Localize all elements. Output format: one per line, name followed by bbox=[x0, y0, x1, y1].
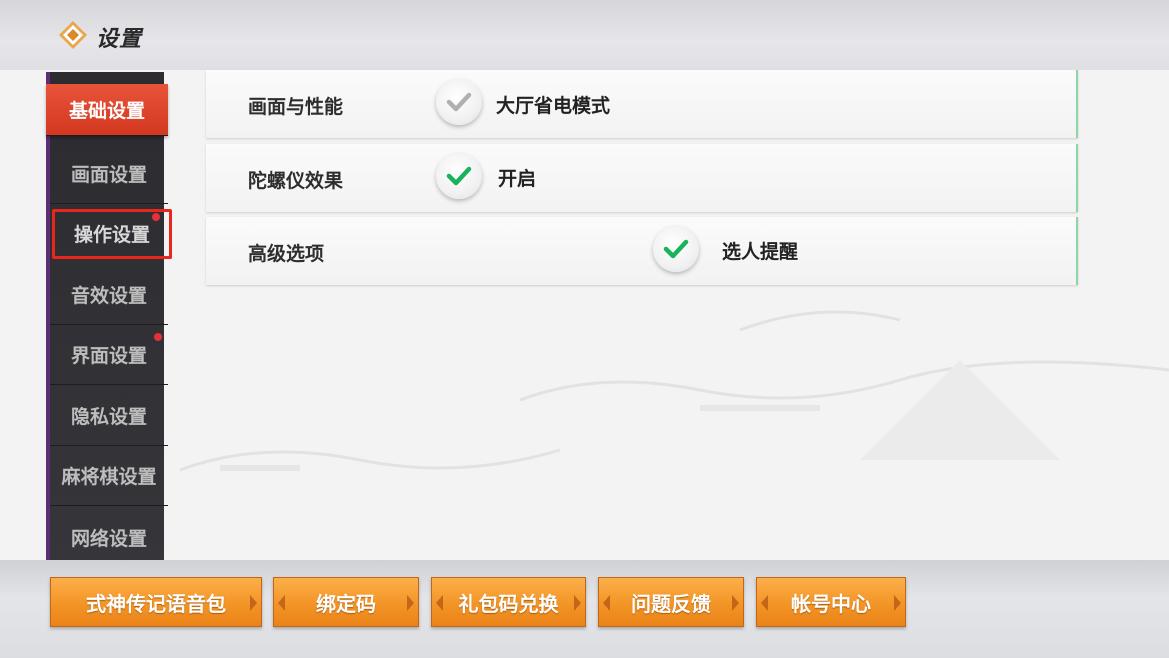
button-label: 礼包码兑换 bbox=[458, 591, 559, 616]
settings-sidebar: 基础设置 画面设置 操作设置 音效设置 界面设置 隐私设置 麻将棋设置 网络设置 bbox=[46, 72, 172, 560]
button-label: 问题反馈 bbox=[631, 591, 711, 616]
option-label: 高级选项 bbox=[248, 243, 325, 265]
sidebar-item-label: 界面设置 bbox=[70, 345, 147, 367]
page-title: 设置 bbox=[96, 27, 143, 52]
option-row-advanced: 高级选项 选人提醒 bbox=[206, 217, 1078, 285]
diamond-logo-icon bbox=[59, 21, 87, 49]
sidebar-item-basic[interactable]: 基础设置 bbox=[46, 84, 168, 136]
sidebar-item-graphics[interactable]: 画面设置 bbox=[50, 144, 168, 204]
voice-pack-button[interactable]: 式神传记语音包 bbox=[50, 577, 262, 627]
sidebar-item-sound[interactable]: 音效设置 bbox=[50, 265, 168, 325]
sidebar-item-interface[interactable]: 界面设置 bbox=[50, 325, 168, 385]
pick-reminder-checkbox[interactable] bbox=[653, 226, 699, 272]
checkbox-label: 大厅省电模式 bbox=[496, 95, 611, 117]
sidebar-item-privacy[interactable]: 隐私设置 bbox=[50, 386, 168, 446]
sidebar-item-label: 画面设置 bbox=[70, 164, 147, 186]
notification-dot bbox=[152, 213, 160, 221]
bind-code-button[interactable]: 绑定码 bbox=[273, 577, 419, 627]
check-icon bbox=[663, 239, 689, 259]
checkbox-label: 开启 bbox=[498, 168, 537, 190]
sidebar-item-label: 音效设置 bbox=[70, 285, 147, 307]
sidebar-item-controls[interactable]: 操作设置 bbox=[52, 209, 172, 259]
button-label: 式神传记语音包 bbox=[86, 591, 226, 616]
notification-dot bbox=[154, 333, 162, 341]
sidebar-item-label: 操作设置 bbox=[73, 224, 150, 246]
button-label: 帐号中心 bbox=[791, 591, 871, 616]
sidebar-item-mahjong[interactable]: 麻将棋设置 bbox=[50, 446, 168, 506]
button-label: 绑定码 bbox=[316, 591, 376, 616]
sidebar-item-label: 基础设置 bbox=[68, 100, 145, 122]
option-label: 陀螺仪效果 bbox=[248, 170, 344, 192]
account-center-button[interactable]: 帐号中心 bbox=[756, 577, 906, 627]
header-bar: 设置 bbox=[0, 0, 1169, 70]
power-saving-checkbox[interactable] bbox=[436, 79, 482, 125]
sidebar-item-label: 网络设置 bbox=[70, 527, 147, 550]
option-row-graphics-performance: 画面与性能 大厅省电模式 bbox=[206, 70, 1078, 138]
gift-code-button[interactable]: 礼包码兑换 bbox=[431, 577, 586, 627]
option-label: 画面与性能 bbox=[248, 96, 344, 118]
check-icon bbox=[446, 166, 472, 186]
sidebar-item-label: 隐私设置 bbox=[70, 406, 147, 428]
gyroscope-checkbox[interactable] bbox=[436, 153, 482, 199]
sidebar-item-network[interactable]: 网络设置 bbox=[50, 507, 168, 567]
option-row-gyroscope: 陀螺仪效果 开启 bbox=[206, 144, 1078, 212]
sidebar-item-label: 麻将棋设置 bbox=[61, 466, 157, 488]
check-icon bbox=[446, 92, 472, 112]
checkbox-label: 选人提醒 bbox=[722, 241, 799, 263]
feedback-button[interactable]: 问题反馈 bbox=[598, 577, 744, 627]
